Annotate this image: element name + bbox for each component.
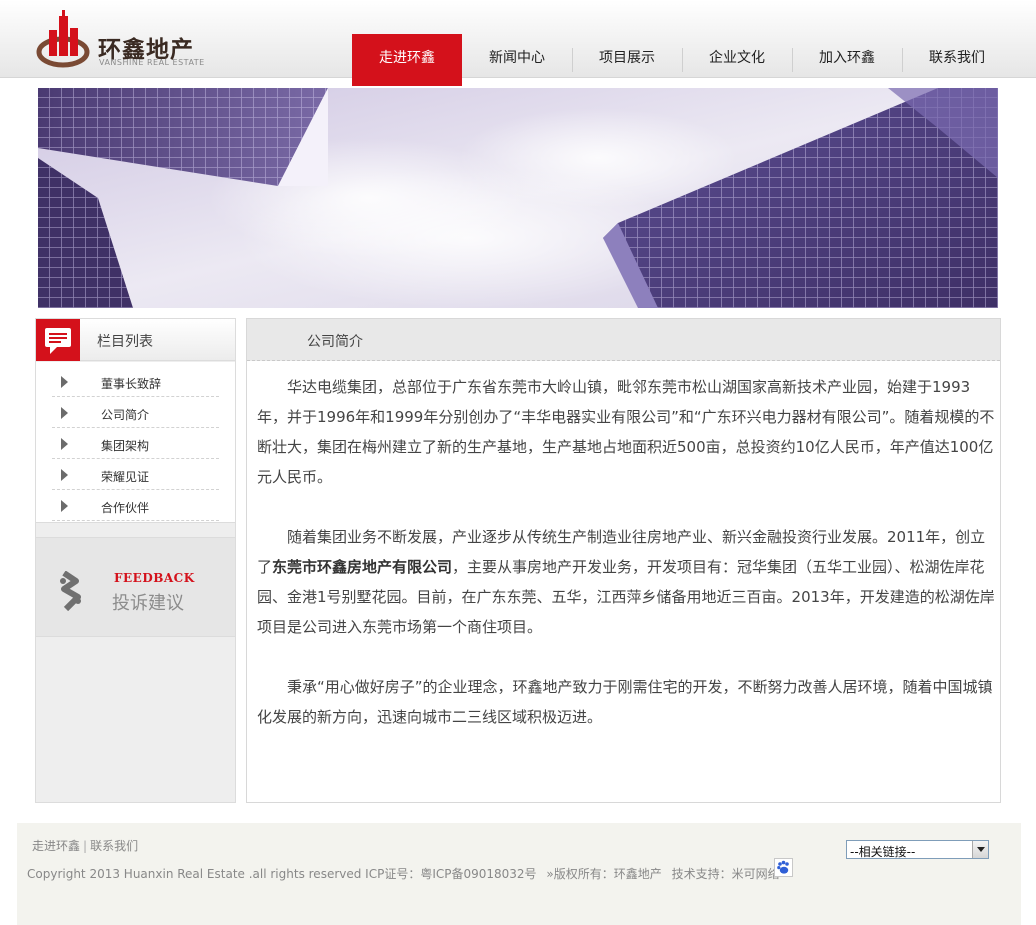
triangle-right-icon [61,407,68,419]
site-header: 环鑫地产 VANSHINE REAL ESTATE 走进环鑫 新闻中心 项目展示… [0,0,1036,86]
nav-item-contact[interactable]: 联系我们 [902,34,1012,86]
chevron-down-icon[interactable] [972,841,988,858]
main-content: 公司简介 华达电缆集团，总部位于广东省东莞市大岭山镇，毗邻东莞市松山湖国家高新技… [246,318,1001,803]
feedback-hand-icon [60,571,81,611]
footer-link-separator: | [83,839,88,853]
triangle-right-icon [61,376,68,388]
sidebar-header: 栏目列表 [36,319,235,361]
feedback-title-cn: 投诉建议 [112,593,184,614]
page-title: 公司简介 [307,334,363,350]
footer-links: 走进环鑫 | 联系我们 [32,837,138,854]
logo-mark-icon [36,10,90,68]
comment-icon [36,319,80,361]
sidebar: 栏目列表 董事长致辞 公司简介 集团架构 荣耀见证 合作伙伴 FEEDBACK … [35,318,236,803]
sidebar-menu: 董事长致辞 公司简介 集团架构 荣耀见证 合作伙伴 [36,362,235,523]
article-body: 华达电缆集团，总部位于广东省东莞市大岭山镇，毗邻东莞市松山湖国家高新技术产业园，… [257,372,995,732]
footer-link-contact[interactable]: 联系我们 [90,839,138,853]
baidu-paw-icon[interactable] [774,858,793,877]
sidebar-item-partners[interactable]: 合作伙伴 [52,490,219,521]
site-logo[interactable]: 环鑫地产 VANSHINE REAL ESTATE [36,8,216,70]
logo-name-en: VANSHINE REAL ESTATE [99,58,205,67]
nav-item-about[interactable]: 走进环鑫 [352,34,462,86]
copyright-line: Copyright 2013 Huanxin Real Estate .all … [27,865,786,882]
hero-banner [38,88,998,308]
triangle-right-icon [61,500,68,512]
sidebar-item-honors[interactable]: 荣耀见证 [52,459,219,490]
sidebar-item-label: 荣耀见证 [101,470,150,484]
article-paragraph-2: 随着集团业务不断发展，产业逐步从传统生产制造业往房地产业、新兴金融投资行业发展。… [257,522,995,642]
sidebar-item-company-profile[interactable]: 公司简介 [52,397,219,428]
nav-item-projects[interactable]: 项目展示 [572,34,682,86]
sidebar-item-label: 集团架构 [101,439,150,453]
triangle-right-icon [61,469,68,481]
sidebar-item-label: 董事长致辞 [101,377,162,391]
sidebar-item-label: 合作伙伴 [101,501,150,515]
sidebar-item-label: 公司简介 [101,408,150,422]
article-paragraph-3: 秉承“用心做好房子”的企业理念，环鑫地产致力于刚需住宅的开发，不断努力改善人居环… [257,678,993,726]
banner-skyscrapers-image [38,88,998,308]
main-nav: 走进环鑫 新闻中心 项目展示 企业文化 加入环鑫 联系我们 [352,34,1012,86]
copyright-text: Copyright 2013 Huanxin Real Estate .all … [27,867,537,881]
related-links-select[interactable]: --相关链接-- [846,840,989,859]
sidebar-title: 栏目列表 [97,334,153,350]
company-name: 东莞市环鑫房地产有限公司 [272,558,453,576]
select-value: --相关链接-- [850,845,916,859]
article-paragraph-1: 华达电缆集团，总部位于广东省东莞市大岭山镇，毗邻东莞市松山湖国家高新技术产业园，… [257,378,995,486]
sidebar-item-chairman-speech[interactable]: 董事长致辞 [52,366,219,397]
nav-item-join[interactable]: 加入环鑫 [792,34,902,86]
sidebar-item-group-structure[interactable]: 集团架构 [52,428,219,459]
nav-item-culture[interactable]: 企业文化 [682,34,792,86]
feedback-banner[interactable]: FEEDBACK 投诉建议 [36,537,235,637]
owner-text: »版权所有：环鑫地产 [546,867,662,881]
tech-support-text: 技术支持：米可网络 [671,867,780,881]
footer-link-about[interactable]: 走进环鑫 [32,839,80,853]
feedback-title-en: FEEDBACK [114,571,195,585]
content-header: 公司简介 [247,319,1000,361]
nav-item-news[interactable]: 新闻中心 [462,34,572,86]
site-footer: 走进环鑫 | 联系我们 Copyright 2013 Huanxin Real Es… [17,823,1021,925]
triangle-right-icon [61,438,68,450]
